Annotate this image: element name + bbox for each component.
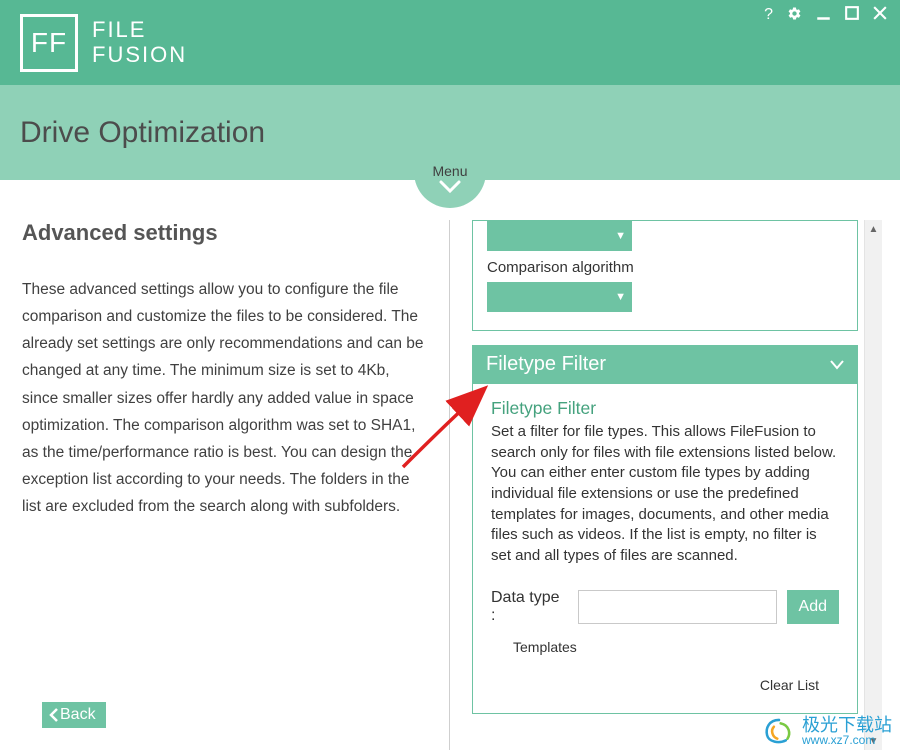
scrollbar[interactable]: ▲ ▼ <box>864 220 882 750</box>
comparison-algorithm-label: Comparison algorithm <box>487 259 843 276</box>
gear-icon[interactable] <box>784 6 805 26</box>
minimize-icon[interactable] <box>813 6 834 26</box>
chevron-down-icon: ▼ <box>615 230 626 242</box>
maximize-icon[interactable] <box>842 6 862 26</box>
filetype-filter-title: Filetype Filter <box>491 398 839 419</box>
left-panel: Advanced settings These advanced setting… <box>0 220 450 750</box>
add-button[interactable]: Add <box>787 590 839 624</box>
filetype-filter-body: Filetype Filter Set a filter for file ty… <box>472 384 858 714</box>
chevron-down-icon <box>438 179 462 195</box>
scroll-up-icon[interactable]: ▲ <box>865 220 882 238</box>
sub-header: Drive Optimization Menu <box>0 85 900 180</box>
chevron-left-icon <box>48 707 60 723</box>
title-bar: FF FILE FUSION ? <box>0 0 900 85</box>
clear-list-button[interactable]: Clear List <box>491 677 819 693</box>
back-button-label: Back <box>60 706 96 724</box>
filetype-filter-header-label: Filetype Filter <box>486 353 606 376</box>
app-logo-line1: FILE <box>92 18 187 42</box>
back-button[interactable]: Back <box>42 702 106 728</box>
comparison-section: ▼ Comparison algorithm ▼ <box>472 220 858 331</box>
filetype-filter-header[interactable]: Filetype Filter <box>472 345 858 384</box>
chevron-down-icon: ▼ <box>615 291 626 303</box>
watermark: 极光下载站 www.xz7.com <box>762 716 892 746</box>
datatype-label: Data type : <box>491 589 568 625</box>
right-inner: ▼ Comparison algorithm ▼ Filetype Filter… <box>472 220 858 750</box>
app-logo-box: FF <box>20 14 78 72</box>
filetype-filter-desc: Set a filter for file types. This allows… <box>491 422 839 567</box>
chevron-down-icon <box>830 360 844 370</box>
close-icon[interactable] <box>870 6 890 26</box>
watermark-url: www.xz7.com <box>802 734 892 746</box>
templates-button[interactable]: Templates <box>513 639 839 655</box>
right-panel: ▼ Comparison algorithm ▼ Filetype Filter… <box>450 220 900 750</box>
advanced-settings-desc: These advanced settings allow you to con… <box>22 276 427 520</box>
datatype-row: Data type : Add <box>491 589 839 625</box>
menu-tab-label: Menu <box>432 163 467 179</box>
app-logo-short: FF <box>31 27 67 59</box>
comparison-dropdown-2[interactable]: ▼ <box>487 282 632 312</box>
watermark-cn: 极光下载站 <box>802 716 892 734</box>
help-icon[interactable]: ? <box>761 6 776 26</box>
comparison-dropdown-1[interactable]: ▼ <box>487 221 632 251</box>
datatype-input[interactable] <box>578 590 777 624</box>
watermark-text: 极光下载站 www.xz7.com <box>802 716 892 746</box>
app-logo-text: FILE FUSION <box>92 18 187 66</box>
window-controls: ? <box>761 6 890 26</box>
page-title: Drive Optimization <box>20 116 265 150</box>
advanced-settings-title: Advanced settings <box>22 220 427 246</box>
watermark-logo-icon <box>762 716 796 746</box>
app-logo-line2: FUSION <box>92 43 187 67</box>
content-area: Advanced settings These advanced setting… <box>0 180 900 750</box>
